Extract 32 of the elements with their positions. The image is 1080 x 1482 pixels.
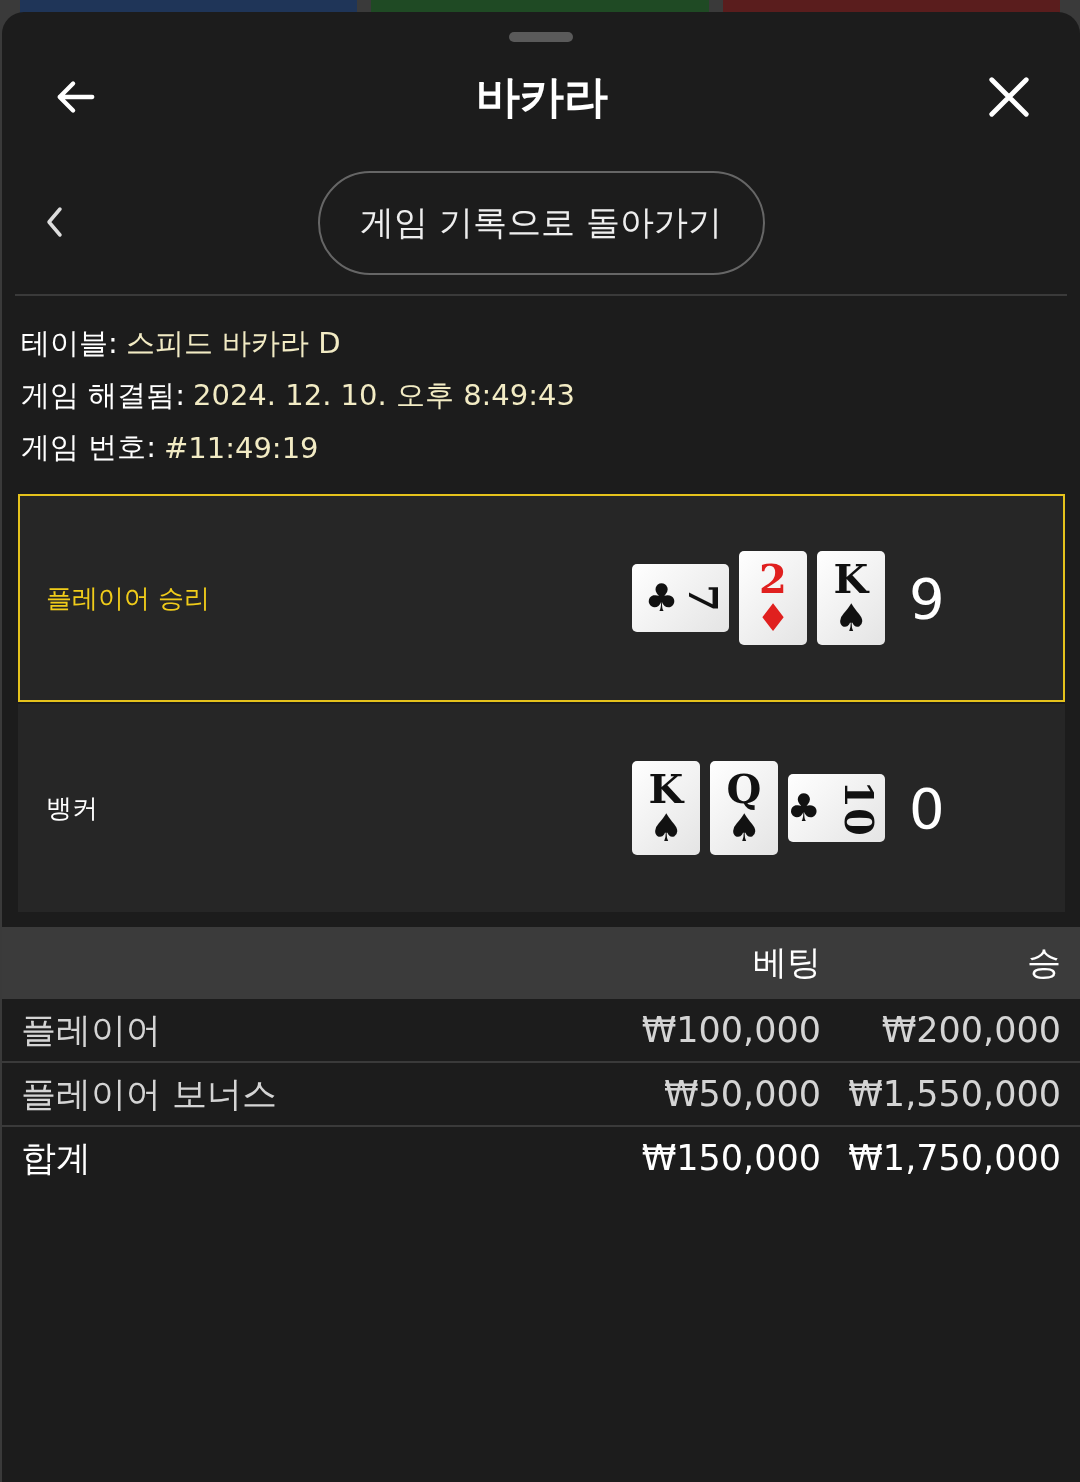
info-label: 게임 해결됨: (21, 377, 185, 414)
hand-label: 플레이어 승리 (46, 581, 212, 615)
table-cell-text: ₩1,750,000 (847, 1138, 1062, 1178)
info-value: 2024. 12. 10. 오후 8:49:43 (193, 377, 575, 414)
info-label: 게임 번호: (21, 429, 156, 466)
window-title: 바카라 (476, 69, 608, 124)
close-icon[interactable] (986, 74, 1032, 120)
playing-card: K ♠ (632, 761, 700, 855)
info-label: 테이블: (21, 325, 118, 362)
playing-card: 10 ♣ (788, 774, 885, 842)
info-value: #11:49:19 (164, 431, 319, 465)
table-cell-text: 플레이어 보너스 (20, 1072, 279, 1116)
chevron-left-icon[interactable] (45, 206, 65, 238)
table-cell-text: ₩50,000 (662, 1074, 821, 1114)
info-value: 스피드 바카라 D (125, 325, 341, 362)
playing-card: 2 ♦ (739, 551, 807, 645)
hand-score: 9 (909, 565, 945, 631)
playing-card: K ♠ (817, 551, 885, 645)
back-to-history-button[interactable]: 게임 기록으로 돌아가기 (317, 171, 765, 275)
drag-handle[interactable] (509, 32, 573, 42)
column-header: 베팅 (752, 941, 821, 984)
column-header: 승 (1026, 941, 1062, 984)
table-cell-text: ₩150,000 (640, 1138, 821, 1178)
table-cell-text: ₩100,000 (640, 1010, 821, 1050)
playing-card: Q ♠ (710, 761, 778, 855)
table-cell-text: 플레이어 (20, 1008, 162, 1052)
playing-card: 7 ♣ (632, 564, 729, 632)
hand-label: 뱅커 (46, 791, 99, 825)
table-cell-text: ₩1,550,000 (847, 1074, 1062, 1114)
hand-score: 0 (909, 775, 945, 841)
table-cell-text: ₩200,000 (880, 1010, 1062, 1050)
table-cell-text: 합계 (20, 1136, 92, 1180)
